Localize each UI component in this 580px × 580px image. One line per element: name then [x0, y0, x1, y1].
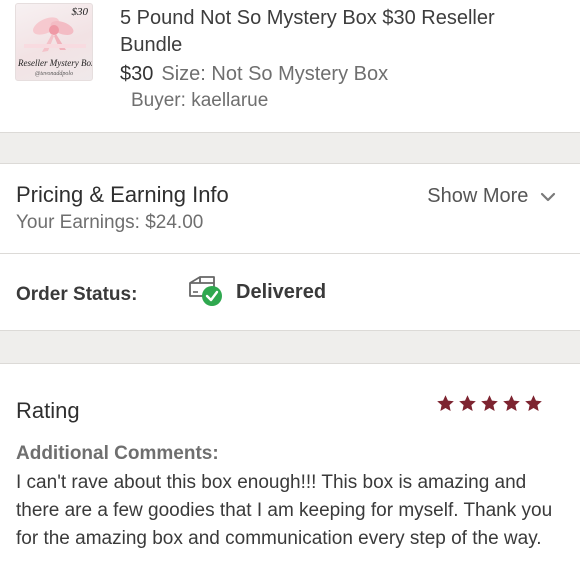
thumbnail-handle: @tevonaddpolo [34, 71, 74, 77]
order-status-label: Order Status: [16, 284, 138, 305]
comments-text: I can't rave about this box enough!!! Th… [16, 472, 553, 549]
thumbnail-price-tag: $30 [71, 6, 89, 18]
show-more-button[interactable]: Show More [427, 185, 556, 208]
star-icon [481, 395, 498, 412]
order-item-summary[interactable]: $30 Reseller Mystery Box @tevonaddpolo 5… [0, 0, 580, 132]
buyer-name[interactable]: Buyer: kaellarue [131, 90, 268, 112]
show-more-label: Show More [427, 185, 529, 207]
star-icon [525, 395, 542, 412]
order-status-section: Order Status: Delivered [0, 254, 580, 330]
star-icon [503, 395, 520, 412]
item-title[interactable]: 5 Pound Not So Mystery Box $30 Reseller … [120, 5, 530, 59]
rating-section: Rating Additional Comments: I can't rave… [0, 364, 580, 580]
item-size: Size: Not So Mystery Box [161, 63, 389, 85]
section-divider [0, 132, 580, 164]
rating-title: Rating [16, 398, 80, 423]
rating-stars [436, 394, 543, 413]
thumbnail-caption: Reseller Mystery Box [18, 58, 93, 68]
star-icon [459, 395, 476, 412]
your-earnings: Your Earnings: $24.00 [16, 212, 204, 233]
pricing-earning-section: Pricing & Earning Info Your Earnings: $2… [0, 164, 580, 254]
item-thumbnail[interactable]: $30 Reseller Mystery Box @tevonaddpolo [15, 3, 93, 81]
item-price: $30 [120, 63, 154, 85]
section-divider [0, 330, 580, 364]
price-size-line: $30 Size: Not So Mystery Box [120, 62, 388, 86]
comments-label: Additional Comments: [16, 443, 219, 464]
order-status-value: Delivered [236, 281, 327, 303]
pricing-title: Pricing & Earning Info [16, 182, 229, 207]
delivered-box-icon [189, 276, 222, 306]
chevron-down-icon [540, 192, 556, 201]
star-icon [437, 395, 454, 412]
